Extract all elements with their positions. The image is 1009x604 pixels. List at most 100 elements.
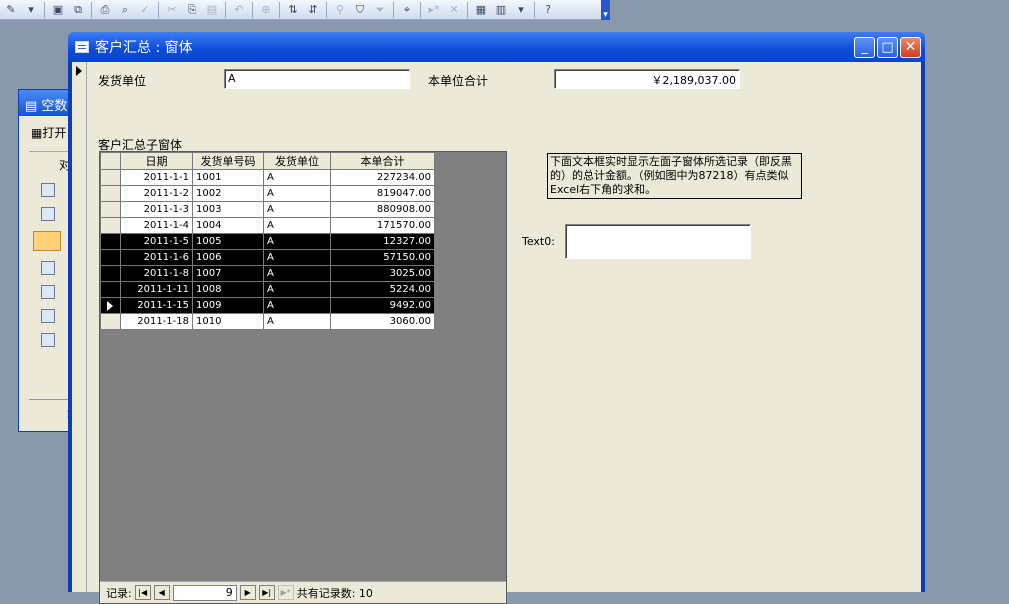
save-icon[interactable]: ▣: [49, 1, 67, 19]
cell-amount[interactable]: 9492.00: [330, 297, 435, 314]
filter-by-form-icon[interactable]: ⛉: [351, 1, 369, 19]
database-window-icon[interactable]: ▦: [472, 1, 490, 19]
column-header-amount[interactable]: 本单合计: [330, 152, 435, 170]
cell-shipper[interactable]: A: [263, 265, 331, 282]
record-selector[interactable]: [100, 185, 121, 202]
cell-date[interactable]: 2011-1-6: [120, 249, 193, 266]
cell-date[interactable]: 2011-1-18: [120, 313, 193, 330]
cell-invoice-no[interactable]: 1006: [192, 249, 264, 266]
copy-icon[interactable]: ⎘: [183, 1, 201, 19]
cell-date[interactable]: 2011-1-3: [120, 201, 193, 218]
view-icon[interactable]: ✎: [2, 1, 20, 19]
record-selector[interactable]: [100, 217, 121, 234]
tables-icon[interactable]: [41, 183, 55, 197]
column-header-shipper[interactable]: 发货单位: [263, 152, 331, 170]
cell-shipper[interactable]: A: [263, 185, 331, 202]
cell-shipper[interactable]: A: [263, 217, 331, 234]
close-button[interactable]: ✕: [900, 36, 921, 58]
record-selector[interactable]: [100, 281, 121, 298]
cell-invoice-no[interactable]: 1008: [192, 281, 264, 298]
cell-invoice-no[interactable]: 1001: [192, 169, 264, 186]
cell-amount[interactable]: 12327.00: [330, 233, 435, 250]
table-row[interactable]: 2011-1-4 1004 A 171570.00: [100, 217, 435, 234]
total-field[interactable]: ￥2,189,037.00: [554, 69, 740, 89]
maximize-button[interactable]: □: [877, 36, 898, 58]
minimize-button[interactable]: _: [854, 36, 875, 58]
macros-icon[interactable]: [41, 309, 55, 323]
toolbar-options-icon[interactable]: ▾: [601, 0, 610, 20]
cell-amount[interactable]: 57150.00: [330, 249, 435, 266]
record-selector[interactable]: [100, 249, 121, 266]
cell-amount[interactable]: 819047.00: [330, 185, 435, 202]
cell-shipper[interactable]: A: [263, 281, 331, 298]
record-selector[interactable]: [100, 201, 121, 218]
cell-date[interactable]: 2011-1-1: [120, 169, 193, 186]
last-record-button[interactable]: ▶|: [258, 585, 275, 600]
modules-icon[interactable]: [41, 333, 55, 347]
cell-date[interactable]: 2011-1-8: [120, 265, 193, 282]
print-icon[interactable]: ⎙: [96, 1, 114, 19]
record-selector[interactable]: [100, 265, 121, 282]
record-position-field[interactable]: 9: [172, 584, 237, 601]
table-row[interactable]: 2011-1-2 1002 A 819047.00: [100, 185, 435, 202]
first-record-button[interactable]: |◀: [134, 585, 151, 600]
hyperlink-icon[interactable]: ⊕: [257, 1, 275, 19]
dropdown-arrow-icon[interactable]: ▾: [512, 1, 530, 19]
record-selector[interactable]: [100, 313, 121, 330]
help-icon[interactable]: ?: [539, 1, 557, 19]
cell-shipper[interactable]: A: [263, 297, 331, 314]
cell-amount[interactable]: 3060.00: [330, 313, 435, 330]
table-row[interactable]: 2011-1-3 1003 A 880908.00: [100, 201, 435, 218]
column-header-date[interactable]: 日期: [120, 152, 193, 170]
table-row[interactable]: 2011-1-11 1008 A 5224.00: [100, 281, 435, 298]
cell-date[interactable]: 2011-1-2: [120, 185, 193, 202]
paste-icon[interactable]: ▤: [203, 1, 221, 19]
reports-icon[interactable]: [41, 261, 55, 275]
sort-asc-icon[interactable]: ⇅: [284, 1, 302, 19]
record-selector-bar[interactable]: [72, 62, 87, 592]
cell-shipper[interactable]: A: [263, 201, 331, 218]
table-row[interactable]: 2011-1-5 1005 A 12327.00: [100, 233, 435, 250]
cell-invoice-no[interactable]: 1010: [192, 313, 264, 330]
previous-record-button[interactable]: ◀: [153, 585, 170, 600]
cell-amount[interactable]: 5224.00: [330, 281, 435, 298]
table-row[interactable]: 2011-1-6 1006 A 57150.00: [100, 249, 435, 266]
form-window-titlebar[interactable]: 客户汇总 : 窗体 _ □ ✕: [68, 32, 925, 62]
cell-invoice-no[interactable]: 1003: [192, 201, 264, 218]
apply-filter-icon[interactable]: ⏷: [371, 1, 389, 19]
new-object-icon[interactable]: ▥: [492, 1, 510, 19]
cell-invoice-no[interactable]: 1007: [192, 265, 264, 282]
cell-shipper[interactable]: A: [263, 313, 331, 330]
pages-icon[interactable]: [41, 285, 55, 299]
find-icon[interactable]: ⌖: [398, 1, 416, 19]
table-row[interactable]: 2011-1-18 1010 A 3060.00: [100, 313, 435, 330]
cut-icon[interactable]: ✂: [163, 1, 181, 19]
column-header-invoice-no[interactable]: 发货单号码: [192, 152, 264, 170]
file-search-icon[interactable]: ⧉: [69, 1, 87, 19]
table-row[interactable]: 2011-1-15 1009 A 9492.00: [100, 297, 435, 314]
forms-icon[interactable]: [33, 231, 61, 251]
record-selector[interactable]: [100, 233, 121, 250]
dropdown-arrow-icon[interactable]: ▾: [22, 1, 40, 19]
queries-icon[interactable]: [41, 207, 55, 221]
table-row[interactable]: 2011-1-1 1001 A 227234.00: [100, 169, 435, 186]
cell-invoice-no[interactable]: 1009: [192, 297, 264, 314]
delete-record-icon[interactable]: ✕: [445, 1, 463, 19]
sort-desc-icon[interactable]: ⇵: [304, 1, 322, 19]
cell-invoice-no[interactable]: 1005: [192, 233, 264, 250]
record-selector[interactable]: [100, 169, 121, 186]
cell-amount[interactable]: 171570.00: [330, 217, 435, 234]
cell-shipper[interactable]: A: [263, 233, 331, 250]
new-record-button[interactable]: ▶*: [277, 585, 294, 600]
cell-amount[interactable]: 880908.00: [330, 201, 435, 218]
cell-amount[interactable]: 227234.00: [330, 169, 435, 186]
cell-date[interactable]: 2011-1-15: [120, 297, 193, 314]
cell-invoice-no[interactable]: 1004: [192, 217, 264, 234]
next-record-button[interactable]: ▶: [239, 585, 256, 600]
new-record-icon[interactable]: ▸*: [425, 1, 443, 19]
select-all-cell[interactable]: [100, 152, 121, 170]
cell-amount[interactable]: 3025.00: [330, 265, 435, 282]
cell-date[interactable]: 2011-1-5: [120, 233, 193, 250]
cell-shipper[interactable]: A: [263, 169, 331, 186]
record-selector[interactable]: [100, 297, 121, 314]
